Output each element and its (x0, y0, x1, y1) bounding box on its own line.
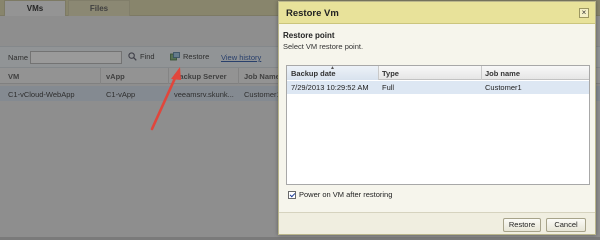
restore-point-table: ▲ Backup date Type Job name 7/29/2013 10… (286, 65, 590, 185)
power-on-label: Power on VM after restoring (299, 190, 393, 199)
close-button[interactable]: × (579, 8, 589, 18)
table-row[interactable]: 7/29/2013 10:29:52 AM Full Customer1 (287, 81, 589, 94)
dialog-footer: Restore Cancel (279, 212, 595, 234)
close-icon: × (581, 8, 587, 17)
cell-backup-date: 7/29/2013 10:29:52 AM (291, 83, 369, 92)
cell-job-name: Customer1 (485, 83, 522, 92)
restore-vm-dialog: Restore Vm × Restore point Select VM res… (278, 1, 596, 235)
dialog-titlebar[interactable]: Restore Vm × (279, 2, 595, 24)
power-on-checkbox[interactable] (288, 190, 296, 199)
dialog-body: Restore point Select VM restore point. ▲… (279, 25, 595, 211)
restore-point-heading: Restore point (283, 31, 335, 40)
column-header-job-name[interactable]: Job name (485, 69, 520, 78)
cancel-button[interactable]: Cancel (546, 218, 586, 232)
restore-point-instructions: Select VM restore point. (283, 42, 364, 51)
cell-type: Full (382, 83, 395, 92)
restore-button[interactable]: Restore (503, 218, 541, 232)
dialog-title: Restore Vm (286, 8, 339, 19)
column-divider (481, 66, 482, 80)
column-divider (378, 66, 379, 80)
column-header-backup-date[interactable]: Backup date (291, 69, 336, 78)
column-header-type[interactable]: Type (382, 69, 399, 78)
power-on-option[interactable]: Power on VM after restoring (288, 190, 392, 199)
restore-point-table-header: ▲ Backup date Type Job name (287, 65, 589, 80)
